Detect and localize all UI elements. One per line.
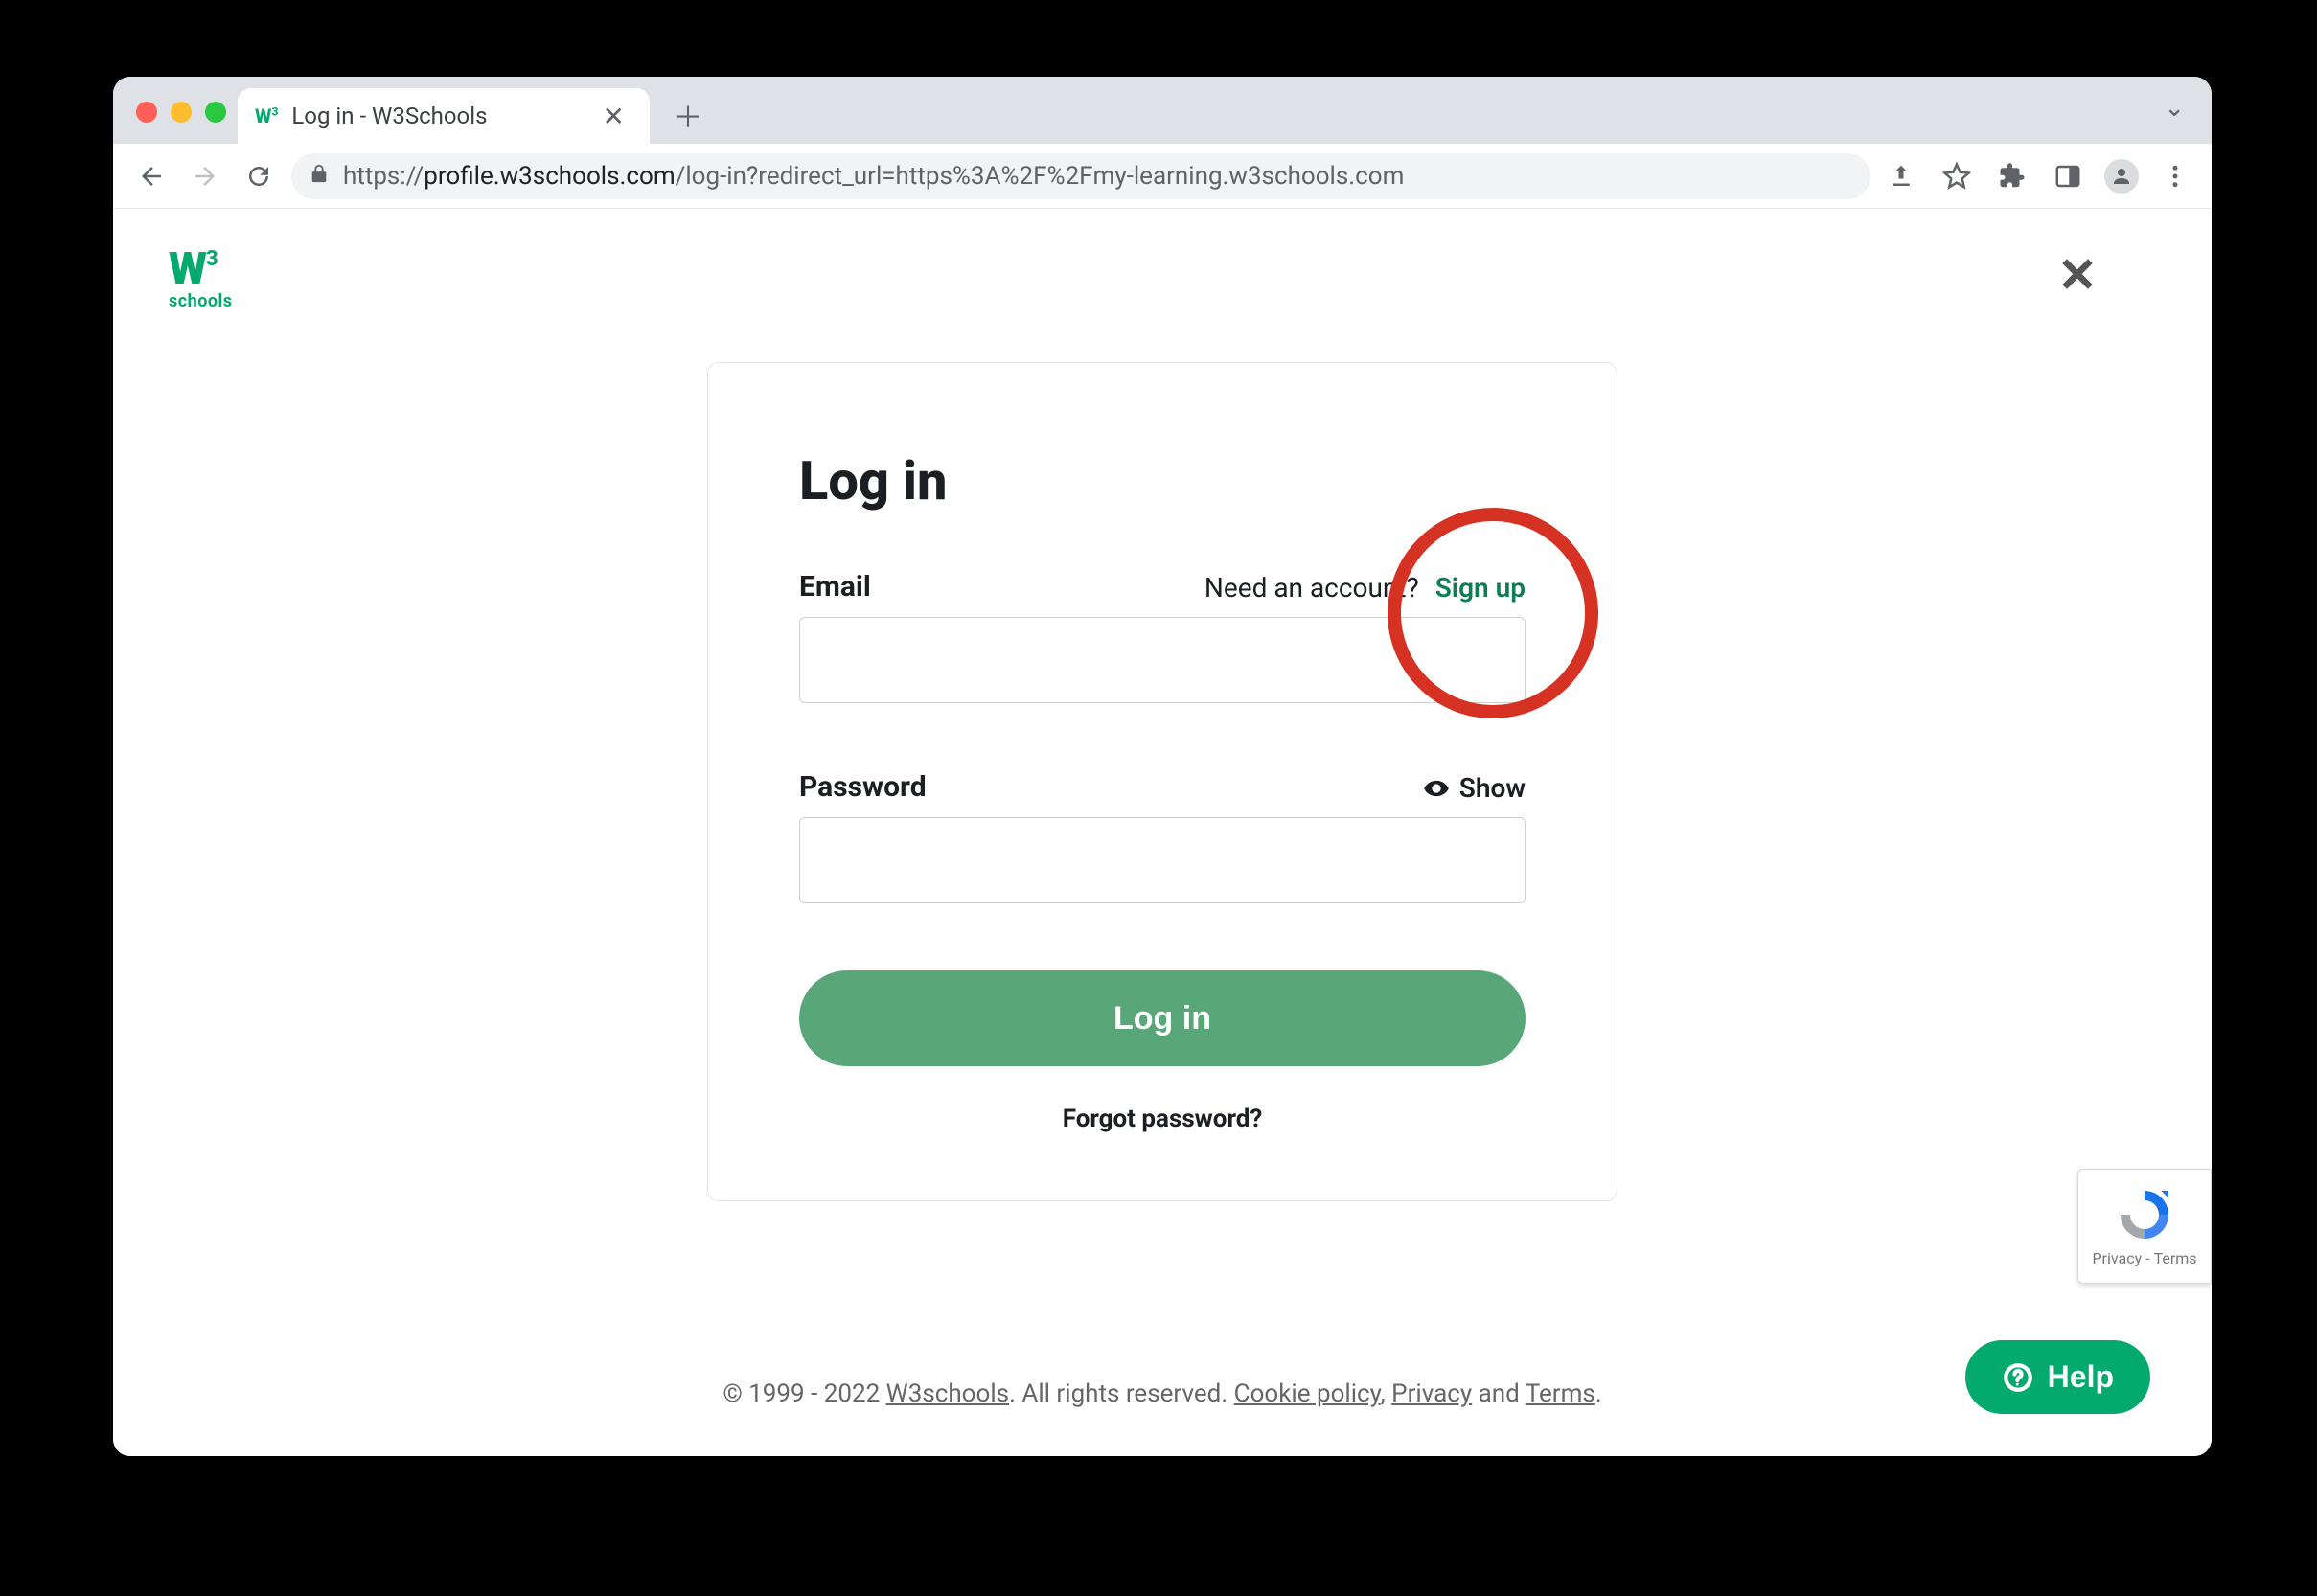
share-button[interactable] — [1882, 157, 1920, 195]
logo-mark: W — [169, 247, 204, 291]
profile-button[interactable] — [2104, 159, 2139, 194]
need-account-text: Need an account? Sign up — [1204, 572, 1526, 604]
help-button[interactable]: Help — [1965, 1340, 2150, 1414]
footer-brand-link[interactable]: W3schools — [886, 1379, 1009, 1408]
forward-button[interactable] — [184, 155, 226, 197]
browser-titlebar: W3 Log in - W3Schools ✕ ＋ ⌄ — [113, 77, 2212, 144]
login-card: Log in Email Need an account? Sign up Pa… — [707, 362, 1617, 1201]
tab-favicon-icon: W3 — [255, 104, 278, 127]
privacy-link[interactable]: Privacy — [1391, 1379, 1472, 1408]
terms-link[interactable]: Terms — [1526, 1379, 1595, 1408]
recaptcha-badge[interactable]: Privacy-Terms — [2077, 1169, 2212, 1284]
window-minimize-button[interactable] — [171, 102, 192, 123]
page-close-button[interactable] — [2058, 255, 2097, 297]
email-field-block: Email Need an account? Sign up — [799, 570, 1526, 703]
extensions-button[interactable] — [1993, 157, 2031, 195]
lock-icon — [309, 162, 330, 191]
back-button[interactable] — [130, 155, 172, 197]
window-controls — [136, 102, 226, 123]
tabstrip-chevron-icon[interactable]: ⌄ — [2164, 94, 2185, 123]
login-title: Log in — [799, 449, 1526, 513]
browser-menu-button[interactable] — [2156, 157, 2194, 195]
window-close-button[interactable] — [136, 102, 157, 123]
url-text: https://profile.w3schools.com/log-in?red… — [343, 162, 1853, 191]
bookmark-button[interactable] — [1938, 157, 1976, 195]
tab-close-button[interactable]: ✕ — [595, 97, 632, 136]
new-tab-button[interactable]: ＋ — [669, 96, 707, 134]
browser-toolbar: https://profile.w3schools.com/log-in?red… — [113, 144, 2212, 209]
window-maximize-button[interactable] — [205, 102, 226, 123]
browser-tab[interactable]: W3 Log in - W3Schools ✕ — [238, 88, 650, 144]
recaptcha-icon — [2116, 1186, 2173, 1243]
w3schools-logo[interactable]: W 3 schools — [169, 247, 233, 311]
recaptcha-links: Privacy-Terms — [2092, 1249, 2196, 1267]
sidepanel-button[interactable] — [2049, 157, 2087, 195]
eye-icon — [1423, 775, 1450, 802]
forgot-password-link[interactable]: Forgot password? — [799, 1105, 1526, 1133]
help-icon — [2002, 1361, 2034, 1394]
tab-title: Log in - W3Schools — [291, 103, 581, 129]
login-submit-button[interactable]: Log in — [799, 970, 1526, 1066]
password-input[interactable] — [799, 817, 1526, 903]
cookie-policy-link[interactable]: Cookie policy — [1234, 1379, 1381, 1408]
email-input[interactable] — [799, 617, 1526, 703]
logo-exponent: 3 — [206, 249, 216, 270]
email-label: Email — [799, 570, 871, 604]
footer-text: © 1999 - 2022 W3schools. All rights rese… — [723, 1379, 1601, 1408]
signup-link[interactable]: Sign up — [1435, 572, 1526, 604]
reload-button[interactable] — [238, 155, 280, 197]
address-bar[interactable]: https://profile.w3schools.com/log-in?red… — [291, 153, 1870, 199]
browser-window: W3 Log in - W3Schools ✕ ＋ ⌄ — [113, 77, 2212, 1456]
recaptcha-privacy-link[interactable]: Privacy — [2092, 1249, 2142, 1267]
show-password-toggle[interactable]: Show — [1423, 772, 1526, 804]
password-label: Password — [799, 770, 927, 804]
page-content: W 3 schools Log in Email Need an account… — [113, 209, 2212, 1456]
recaptcha-terms-link[interactable]: Terms — [2154, 1249, 2197, 1267]
logo-subtext: schools — [169, 291, 233, 311]
password-field-block: Password Show — [799, 770, 1526, 903]
